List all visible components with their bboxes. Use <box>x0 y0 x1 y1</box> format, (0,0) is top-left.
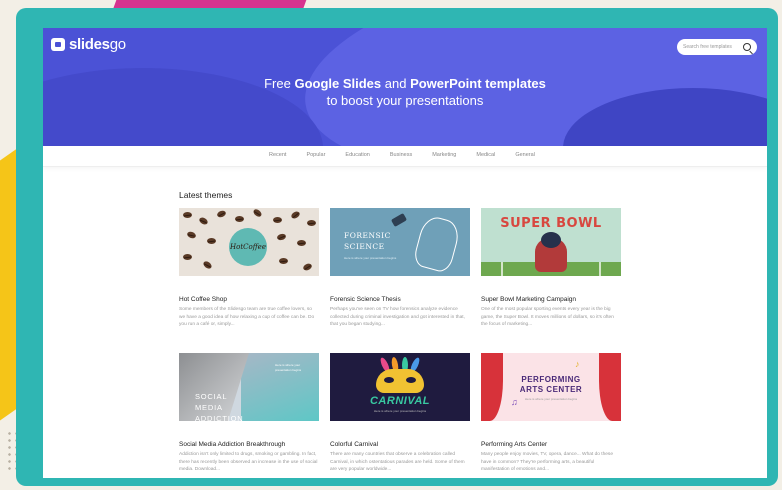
theme-description: Many people enjoy movies, TV, opera, dan… <box>481 452 613 472</box>
theme-thumbnail[interactable]: HotCoffee <box>179 208 319 276</box>
coffee-bean <box>302 262 313 272</box>
thumb-title: FORENSIC SCIENCE <box>344 231 391 251</box>
hero-headline: Free Google Slides and PowerPoint templa… <box>43 75 767 109</box>
field-stripe <box>599 262 601 276</box>
theme-card-social-media[interactable]: SOCIAL MEDIA ADDICTION Here is where you… <box>179 353 319 473</box>
search-input[interactable] <box>683 44 741 50</box>
hero-text-bold: Google Slides <box>294 76 382 91</box>
theme-description: Some members of the Slidesgo team are tr… <box>179 307 315 327</box>
field-stripe <box>501 262 503 276</box>
theme-thumbnail[interactable]: CARNIVAL Here is where your presentation… <box>330 353 470 421</box>
theme-title[interactable]: Social Media Addiction Breakthrough <box>179 441 319 448</box>
slides-logo-icon <box>51 38 65 51</box>
thumb-logo-text: HotCoffee <box>230 243 266 251</box>
theme-title[interactable]: Forensic Science Thesis <box>330 296 470 303</box>
body-outline-illustration <box>411 213 463 275</box>
coffee-bean <box>183 212 192 218</box>
slidesgo-logo[interactable]: slidesgo <box>51 36 126 53</box>
category-general[interactable]: General <box>515 152 535 158</box>
hero-line-2: to boost your presentations <box>326 93 484 108</box>
device-frame: slidesgo Free Google Slides and PowerPoi… <box>16 8 778 486</box>
theme-card-carnival[interactable]: CARNIVAL Here is where your presentation… <box>330 353 470 473</box>
music-note-icon: ♪ <box>575 359 580 369</box>
coffee-bean <box>183 254 192 260</box>
thumb-subtitle: Here is where your presentation begins <box>344 256 397 260</box>
category-recent[interactable]: Recent <box>269 152 286 158</box>
category-medical[interactable]: Medical <box>476 152 495 158</box>
thumb-subtitle: Here is where your presentation begins <box>275 363 302 372</box>
theme-title[interactable]: Super Bowl Marketing Campaign <box>481 296 621 303</box>
coffee-bean <box>297 240 306 246</box>
logo-text: slidesgo <box>69 36 126 53</box>
theme-thumbnail[interactable]: FORENSIC SCIENCE Here is where your pres… <box>330 208 470 276</box>
hero-text: and <box>381 76 411 91</box>
coffee-bean <box>235 216 244 222</box>
thumb-title: SOCIAL MEDIA ADDICTION <box>195 392 244 421</box>
theme-card-super-bowl[interactable]: SUPER BOWL Super Bowl Marketing Campaign… <box>481 208 621 328</box>
theme-title[interactable]: Performing Arts Center <box>481 441 621 448</box>
category-nav: Recent Popular Education Business Market… <box>43 146 767 167</box>
coffee-bean <box>276 232 287 242</box>
coffee-bean <box>202 259 213 271</box>
coffee-bean <box>273 217 282 223</box>
coffee-bean <box>307 220 316 226</box>
search-box <box>677 39 757 55</box>
thumb-subtitle: Here is where your presentation begins <box>373 409 427 413</box>
theme-card-hot-coffee[interactable]: HotCoffee Hot Coffee Shop Some members o… <box>179 208 319 328</box>
coffee-bean <box>216 209 227 219</box>
category-marketing[interactable]: Marketing <box>432 152 456 158</box>
category-education[interactable]: Education <box>345 152 369 158</box>
browser-screen: slidesgo Free Google Slides and PowerPoi… <box>43 28 767 478</box>
coffee-bean <box>290 210 301 220</box>
thumb-title: SUPER BOWL <box>500 216 602 231</box>
theme-description: One of the most popular sporting events … <box>481 307 614 327</box>
thumb-title: CARNIVAL <box>369 395 430 407</box>
theme-description: There are many countries that observe a … <box>330 452 465 472</box>
section-title: Latest themes <box>179 190 233 200</box>
carnival-mask-illustration <box>376 369 424 393</box>
coffee-bean <box>186 230 197 240</box>
hero-line-1: Free Google Slides and PowerPoint templa… <box>43 75 767 92</box>
hero-text: Free <box>264 76 295 91</box>
thumb-title: PERFORMING ARTS CENTER <box>519 375 583 394</box>
theme-description: Perhaps you've seen on TV how forensics … <box>330 307 465 327</box>
theme-card-forensic[interactable]: FORENSIC SCIENCE Here is where your pres… <box>330 208 470 328</box>
search-icon[interactable] <box>743 43 751 51</box>
coffee-bean <box>198 216 209 226</box>
coffee-bean <box>279 258 288 264</box>
helmet-illustration <box>541 232 561 248</box>
logo-text-light: go <box>109 36 126 53</box>
hero-text-bold: PowerPoint templates <box>410 76 546 91</box>
theme-card-performing-arts[interactable]: ♪ ♫ PERFORMING ARTS CENTER Here is where… <box>481 353 621 473</box>
logo-text-bold: slides <box>69 36 110 53</box>
coffee-bean <box>207 238 216 244</box>
category-business[interactable]: Business <box>390 152 412 158</box>
gun-illustration <box>390 213 408 227</box>
category-popular[interactable]: Popular <box>306 152 325 158</box>
mask-eye <box>406 377 416 383</box>
theme-description: Addiction isn't only limited to drugs, s… <box>179 452 318 472</box>
hero-banner: slidesgo Free Google Slides and PowerPoi… <box>43 28 767 146</box>
thumb-subtitle: Here is where your presentation begins <box>524 397 578 401</box>
theme-title[interactable]: Colorful Carnival <box>330 441 470 448</box>
coffee-logo-circle: HotCoffee <box>229 228 267 266</box>
theme-thumbnail[interactable]: SOCIAL MEDIA ADDICTION Here is where you… <box>179 353 319 421</box>
theme-thumbnail[interactable]: ♪ ♫ PERFORMING ARTS CENTER Here is where… <box>481 353 621 421</box>
coffee-bean <box>252 208 263 219</box>
theme-thumbnail[interactable]: SUPER BOWL <box>481 208 621 276</box>
mask-eye <box>384 377 394 383</box>
theme-title[interactable]: Hot Coffee Shop <box>179 296 319 303</box>
